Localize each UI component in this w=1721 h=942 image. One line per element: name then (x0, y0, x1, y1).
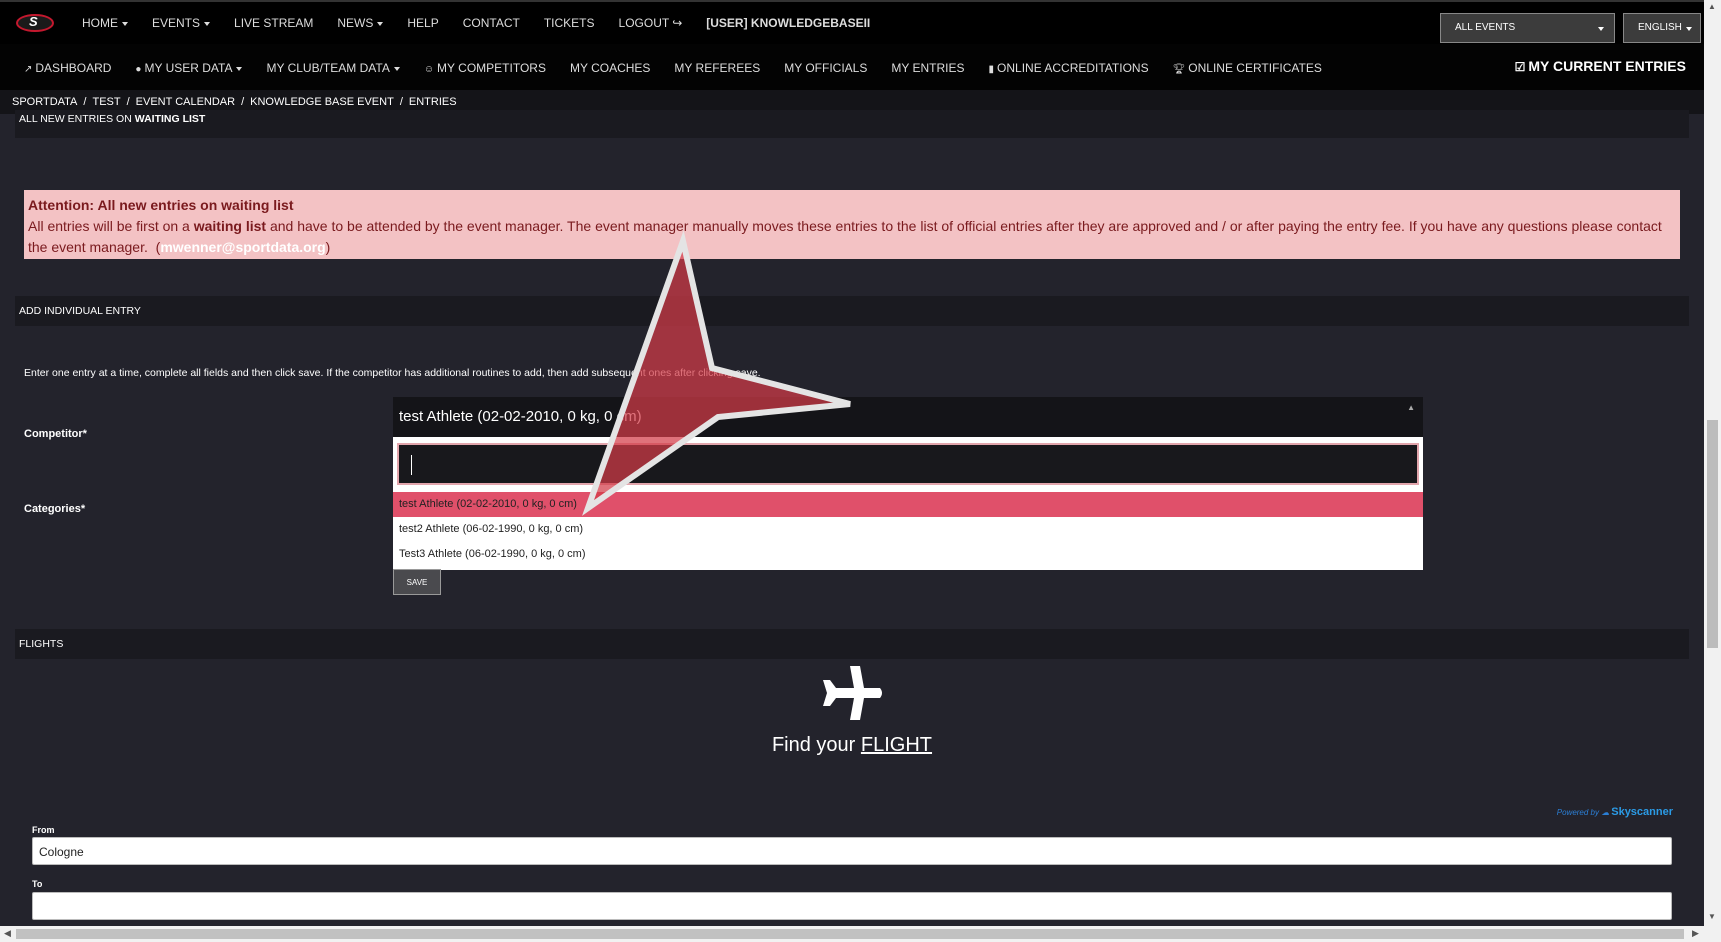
to-label: To (32, 879, 43, 889)
subnav-dashboard[interactable]: ↗ DASHBOARD (24, 61, 111, 75)
nav-home[interactable]: HOME (82, 16, 128, 30)
competitor-dropdown: test Athlete (02-02-2010, 0 kg, 0 cm) te… (393, 437, 1423, 570)
subnav-my-entries[interactable]: MY ENTRIES (891, 61, 964, 75)
alert-body: All entries will be first on a waiting l… (28, 218, 1662, 255)
scrollbar-thumb[interactable] (16, 929, 1684, 939)
airplane-icon (823, 666, 882, 720)
breadcrumb-item[interactable]: ENTRIES (409, 96, 457, 108)
selected-competitor: test Athlete (02-02-2010, 0 kg, 0 cm) (399, 408, 642, 425)
waiting-list-alert: Attention: All new entries on waiting li… (24, 190, 1680, 259)
all-events-select[interactable]: ALL EVENTS (1440, 13, 1615, 43)
flight-link[interactable]: FLIGHT (861, 734, 932, 756)
subnav-my-coaches[interactable]: MY COACHES (570, 61, 650, 75)
clipboard-icon: ☑ (1514, 60, 1526, 74)
logo-letter: S (29, 14, 38, 29)
scroll-right-icon[interactable]: ▶ (1692, 928, 1699, 939)
categories-label: Categories* (24, 503, 86, 515)
to-input[interactable] (32, 892, 1672, 920)
skyscanner-logo-icon: ☁ (1601, 808, 1610, 817)
chevron-down-icon (204, 21, 211, 26)
subnav-online-certificates[interactable]: 🏆︎ ONLINE CERTIFICATES (1173, 61, 1322, 75)
competitor-label: Competitor* (24, 428, 87, 440)
competitor-search-input[interactable] (397, 443, 1419, 485)
from-label: From (32, 825, 55, 835)
nav-logout[interactable]: LOGOUT ↪ (619, 16, 683, 30)
nav-help[interactable]: HELP (407, 16, 438, 30)
scroll-down-icon[interactable]: ▼ (1708, 912, 1716, 921)
find-flight-heading: Find your FLIGHT (771, 734, 933, 756)
breadcrumb-item[interactable]: SPORTDATA (12, 96, 77, 108)
save-button[interactable]: SAVE (393, 569, 441, 595)
subnav-my-officials[interactable]: MY OFFICIALS (784, 61, 867, 75)
dropdown-option[interactable]: Test3 Athlete (06-02-1990, 0 kg, 0 cm) (393, 542, 1423, 567)
competitor-select[interactable]: test Athlete (02-02-2010, 0 kg, 0 cm) ▲ (393, 397, 1423, 437)
from-input[interactable]: Cologne (32, 837, 1672, 865)
user-navbar: ↗ DASHBOARD ● MY USER DATA MY CLUB/TEAM DA… (0, 44, 1704, 90)
nav-events[interactable]: EVENTS (152, 16, 211, 30)
add-individual-entry-heading: ADD INDIVIDUAL ENTRY (15, 296, 1689, 326)
chevron-up-icon: ▲ (1407, 403, 1415, 412)
subnav-my-competitors[interactable]: ☺ MY COMPETITORS (424, 61, 546, 75)
logout-icon: ↪ (672, 16, 683, 30)
id-card-icon: ▮ (988, 64, 995, 75)
subnav-my-user-data[interactable]: ● MY USER DATA (135, 61, 243, 75)
subnav-my-club-team-data[interactable]: MY CLUB/TEAM DATA (266, 61, 400, 75)
horizontal-scrollbar[interactable]: ◀ ▶ (0, 926, 1721, 942)
chevron-down-icon (1598, 27, 1604, 31)
waiting-list-heading: ALL NEW ENTRIES ON WAITING LIST (15, 110, 1689, 138)
nav-user[interactable]: [USER] KNOWLEDGEBASEII (706, 16, 870, 30)
vertical-scrollbar[interactable]: ▲ ▼ (1704, 0, 1721, 926)
skyscanner-attribution[interactable]: Powered by ☁ Skyscanner (1557, 806, 1673, 818)
nav-contact[interactable]: CONTACT (463, 16, 520, 30)
dropdown-option[interactable]: test Athlete (02-02-2010, 0 kg, 0 cm) (393, 492, 1423, 517)
user-icon: ☺ (423, 64, 435, 75)
dropdown-option[interactable]: test2 Athlete (06-02-1990, 0 kg, 0 cm) (393, 517, 1423, 542)
flights-heading: FLIGHTS (15, 629, 1689, 659)
sportdata-logo[interactable]: S (16, 14, 54, 32)
nav-tickets[interactable]: TICKETS (544, 16, 595, 30)
chart-icon: ↗ (24, 64, 33, 75)
breadcrumb-item[interactable]: KNOWLEDGE BASE EVENT (250, 96, 394, 108)
subnav-my-referees[interactable]: MY REFEREES (674, 61, 760, 75)
nav-news[interactable]: NEWS (337, 16, 384, 30)
text-cursor (411, 455, 412, 475)
top-navbar: S HOME EVENTS LIVE STREAM NEWS HELP CONT… (0, 0, 1704, 44)
alert-title: Attention: All new entries on waiting li… (28, 197, 294, 213)
breadcrumb-item[interactable]: TEST (92, 96, 120, 108)
entry-instructions: Enter one entry at a time, complete all … (24, 367, 761, 379)
scrollbar-thumb[interactable] (1707, 420, 1718, 648)
scroll-up-icon[interactable]: ▲ (1708, 2, 1716, 11)
chevron-down-icon (393, 66, 400, 71)
subnav-online-accreditations[interactable]: ▮ ONLINE ACCREDITATIONS (989, 61, 1149, 75)
user-circle-icon: ● (135, 64, 142, 75)
my-current-entries-link[interactable]: ☑ MY CURRENT ENTRIES (1515, 58, 1686, 74)
event-manager-email[interactable]: mwenner@sportdata.org (160, 239, 325, 255)
scroll-left-icon[interactable]: ◀ (4, 928, 11, 939)
breadcrumb-item[interactable]: EVENT CALENDAR (136, 96, 235, 108)
chevron-down-icon (1686, 27, 1692, 31)
language-select[interactable]: ENGLISH (1623, 13, 1701, 43)
chevron-down-icon (377, 21, 384, 26)
chevron-down-icon (122, 21, 128, 26)
chevron-down-icon (236, 66, 243, 71)
trophy-icon: 🏆︎ (1172, 64, 1186, 75)
nav-live-stream[interactable]: LIVE STREAM (234, 16, 313, 30)
